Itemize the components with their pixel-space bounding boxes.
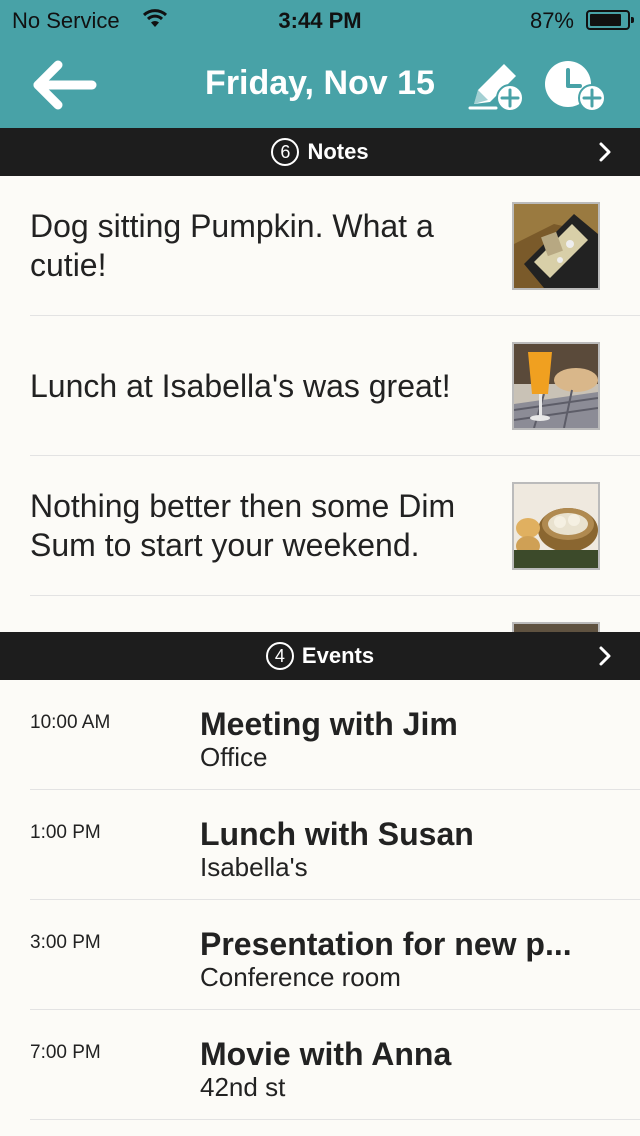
chevron-right-icon [599, 142, 611, 162]
note-thumbnail [512, 202, 600, 290]
events-section-title: Events [301, 643, 375, 668]
note-thumbnail [512, 342, 600, 430]
event-title: Meeting with Jim [200, 706, 458, 742]
event-item[interactable]: 7:00 PM Movie with Anna 42nd st [0, 1010, 640, 1120]
event-time: 10:00 AM [30, 712, 111, 733]
nav-bar: Friday, Nov 15 [0, 40, 640, 128]
add-event-icon[interactable] [542, 58, 610, 114]
event-title: Presentation for new p... [200, 926, 572, 962]
add-note-icon[interactable] [466, 58, 526, 114]
notes-section-title: Notes [307, 139, 369, 164]
note-text: Lunch at Isabella's was great! [30, 367, 451, 404]
note-item[interactable]: Lunch at Isabella's was great! [0, 316, 640, 456]
note-text: Nothing better then some Dim Sum to star… [30, 488, 456, 563]
note-thumbnail [512, 482, 600, 570]
note-item[interactable] [0, 596, 640, 632]
event-location: 42nd st [200, 1072, 286, 1102]
event-item[interactable]: 10:00 AM Meeting with Jim Office [0, 680, 640, 790]
event-title: Lunch with Susan [200, 816, 474, 852]
events-section-header[interactable]: 4 Events [0, 632, 640, 680]
chevron-right-icon [599, 646, 611, 666]
note-text [30, 596, 500, 632]
event-location: Isabella's [200, 852, 308, 882]
event-location: Office [200, 742, 268, 772]
event-location: Conference room [200, 962, 401, 992]
header: No Service 3:44 PM 87% Friday, Nov 15 [0, 0, 640, 128]
event-time: 3:00 PM [30, 932, 101, 953]
notes-section-header[interactable]: 6 Notes [0, 128, 640, 176]
note-text: Dog sitting Pumpkin. What a cutie! [30, 208, 434, 283]
event-time: 1:00 PM [30, 822, 101, 843]
event-time: 7:00 PM [30, 1042, 101, 1063]
note-item[interactable]: Dog sitting Pumpkin. What a cutie! [0, 176, 640, 316]
status-bar: No Service 3:44 PM 87% [0, 0, 640, 40]
events-list: 10:00 AM Meeting with Jim Office 1:00 PM… [0, 680, 640, 1136]
event-item[interactable]: 1:00 PM Lunch with Susan Isabella's [0, 790, 640, 900]
back-arrow-icon[interactable] [30, 60, 100, 110]
note-item[interactable]: Nothing better then some Dim Sum to star… [0, 456, 640, 596]
events-count-badge: 4 [265, 642, 294, 670]
notes-count-badge: 6 [271, 138, 300, 166]
battery-percent: 87% [529, 8, 574, 33]
notes-list: Dog sitting Pumpkin. What a cutie! Lunch… [0, 176, 640, 632]
note-thumbnail [512, 622, 600, 632]
battery-icon [586, 10, 634, 30]
event-item[interactable]: 3:00 PM Presentation for new p... Confer… [0, 900, 640, 1010]
event-title: Movie with Anna [200, 1036, 452, 1072]
